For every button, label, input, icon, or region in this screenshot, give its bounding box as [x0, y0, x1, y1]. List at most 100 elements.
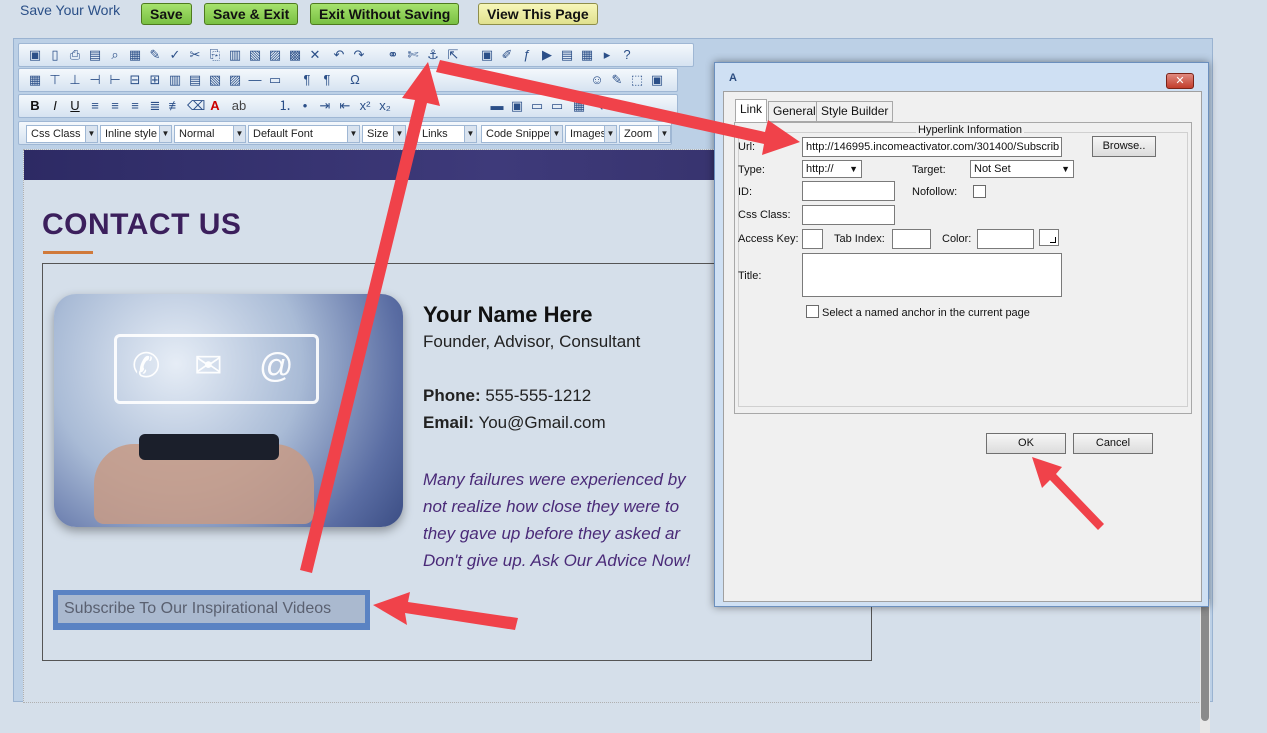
url-input[interactable]: http://146995.incomeactivator.com/301400… — [802, 137, 1062, 157]
paragraph-style-select[interactable]: Normal ▼ — [174, 125, 246, 143]
clean-icon[interactable]: ✎ — [147, 47, 163, 63]
save-icon[interactable]: ▣ — [27, 47, 43, 63]
form-icon[interactable]: ▭ — [267, 72, 283, 88]
vertical-scrollbar[interactable] — [1200, 599, 1210, 733]
css-class-input[interactable] — [802, 205, 895, 225]
font-size-select[interactable]: Size ▼ — [362, 125, 406, 143]
pointer-icon[interactable]: ↖ — [591, 98, 607, 114]
zoom-select[interactable]: Zoom ▼ — [619, 125, 671, 143]
select-all-icon[interactable]: ⬚ — [629, 72, 645, 88]
save-button[interactable]: Save — [141, 3, 192, 25]
eraser-icon[interactable]: ⌫ — [187, 98, 205, 114]
ltr-icon[interactable]: ¶ — [299, 72, 315, 88]
subscribe-button[interactable]: Subscribe To Our Inspirational Videos — [53, 590, 370, 630]
print-icon[interactable]: ⎙ — [67, 47, 83, 63]
access-key-input[interactable] — [802, 229, 823, 249]
superscript-icon[interactable]: x² — [357, 98, 373, 114]
template-icon[interactable]: ▦ — [127, 47, 143, 63]
find-icon[interactable]: ⌕ — [107, 47, 123, 63]
split-cell-icon[interactable]: ▤ — [187, 72, 203, 88]
insert-row-above-icon[interactable]: ⊤ — [47, 72, 63, 88]
table-properties-icon[interactable]: ▨ — [227, 72, 243, 88]
tab-general[interactable]: General — [768, 101, 821, 122]
layer-back-icon[interactable]: ▭ — [529, 98, 545, 114]
document-icon[interactable]: ▦ — [579, 47, 595, 63]
insert-column-right-icon[interactable]: ⊢ — [107, 72, 123, 88]
browse-button[interactable]: Browse.. — [1092, 136, 1156, 157]
flash-icon[interactable]: ƒ — [519, 47, 535, 63]
template-manager-icon[interactable]: ▣ — [649, 72, 665, 88]
exit-without-saving-button[interactable]: Exit Without Saving — [310, 3, 460, 25]
font-color-icon[interactable]: A — [207, 98, 223, 114]
font-family-select[interactable]: Default Font ▼ — [248, 125, 360, 143]
bullet-list-icon[interactable]: • — [297, 98, 313, 114]
named-anchor-checkbox[interactable] — [806, 305, 819, 318]
numbered-list-icon[interactable]: ⒈ — [277, 98, 293, 114]
justify-icon[interactable]: ≣ — [147, 98, 163, 114]
new-document-icon[interactable]: ▯ — [47, 47, 63, 63]
code-snippet-select[interactable]: Code Snippet ▼ — [481, 125, 563, 143]
title-textarea[interactable] — [802, 253, 1062, 297]
insert-column-left-icon[interactable]: ⊣ — [87, 72, 103, 88]
id-input[interactable] — [802, 181, 895, 201]
align-right-icon[interactable]: ≡ — [127, 98, 143, 114]
paste-text-icon[interactable]: ▧ — [247, 47, 263, 63]
type-select[interactable]: http:// ▼ — [802, 160, 862, 178]
anchor-icon[interactable]: ⚓ — [425, 47, 441, 63]
css-class-select[interactable]: Css Class ▼ — [26, 125, 98, 143]
help-icon[interactable]: ? — [619, 47, 635, 63]
close-icon[interactable]: ✕ — [1166, 73, 1194, 89]
unlink-icon[interactable]: ✄ — [405, 47, 421, 63]
copy-icon[interactable]: ⎘ — [207, 47, 223, 63]
hyperlink-manager-icon[interactable]: ⇱ — [445, 47, 461, 63]
tab-link[interactable]: Link — [735, 99, 768, 122]
media-icon[interactable]: ▶ — [539, 47, 555, 63]
horizontal-line-icon[interactable]: ▬ — [489, 98, 505, 114]
delete-column-icon[interactable]: ⊞ — [147, 72, 163, 88]
image-editor-icon[interactable]: ✐ — [499, 47, 515, 63]
tab-style-builder[interactable]: Style Builder — [816, 101, 894, 122]
view-this-page-button[interactable]: View This Page — [478, 3, 598, 25]
format-stripper-icon[interactable]: ✎ — [609, 72, 625, 88]
clear-alignment-icon[interactable]: ≢ — [167, 98, 183, 114]
cancel-button[interactable]: Cancel — [1073, 433, 1153, 454]
insert-link-icon[interactable]: ⚭ — [385, 47, 401, 63]
italic-icon[interactable]: I — [47, 98, 63, 114]
underline-icon[interactable]: U — [67, 98, 83, 114]
color-input[interactable] — [977, 229, 1034, 249]
cut-icon[interactable]: ✂ — [187, 47, 203, 63]
indent-icon[interactable]: ⇥ — [317, 98, 333, 114]
table-icon[interactable]: ▦ — [27, 72, 43, 88]
save-exit-button[interactable]: Save & Exit — [204, 3, 299, 25]
show-grid-icon[interactable]: ▦ — [571, 98, 587, 114]
undo-icon[interactable]: ↶ — [331, 47, 347, 63]
align-center-icon[interactable]: ≡ — [107, 98, 123, 114]
links-select[interactable]: Links ▼ — [417, 125, 477, 143]
images-select[interactable]: Images ▼ — [565, 125, 617, 143]
align-left-icon[interactable]: ≡ — [87, 98, 103, 114]
preview-icon[interactable]: ▤ — [87, 47, 103, 63]
subscript-icon[interactable]: x₂ — [377, 98, 393, 114]
delete-row-icon[interactable]: ⊟ — [127, 72, 143, 88]
merge-cells-icon[interactable]: ▥ — [167, 72, 183, 88]
youtube-icon[interactable]: ▸ — [599, 47, 615, 63]
rtl-icon[interactable]: ¶ — [319, 72, 335, 88]
ok-button[interactable]: OK — [986, 433, 1066, 454]
tab-index-input[interactable] — [892, 229, 931, 249]
pdf-icon[interactable]: ▤ — [559, 47, 575, 63]
emoticon-icon[interactable]: ☺ — [589, 72, 605, 88]
outdent-icon[interactable]: ⇤ — [337, 98, 353, 114]
symbols-icon[interactable]: Ω — [347, 72, 363, 88]
horizontal-rule-icon[interactable]: ― — [247, 72, 263, 88]
paragraph-box-icon[interactable]: ▣ — [509, 98, 525, 114]
cell-properties-icon[interactable]: ▧ — [207, 72, 223, 88]
paste-icon[interactable]: ▥ — [227, 47, 243, 63]
highlight-color-icon[interactable]: ab — [231, 98, 247, 114]
nofollow-checkbox[interactable] — [973, 185, 986, 198]
paste-html-icon[interactable]: ▩ — [287, 47, 303, 63]
color-picker-button[interactable] — [1039, 229, 1059, 246]
target-select[interactable]: Not Set ▼ — [970, 160, 1074, 178]
scrollbar-thumb[interactable] — [1201, 603, 1209, 721]
paste-word-icon[interactable]: ▨ — [267, 47, 283, 63]
layer-front-icon[interactable]: ▭ — [549, 98, 565, 114]
